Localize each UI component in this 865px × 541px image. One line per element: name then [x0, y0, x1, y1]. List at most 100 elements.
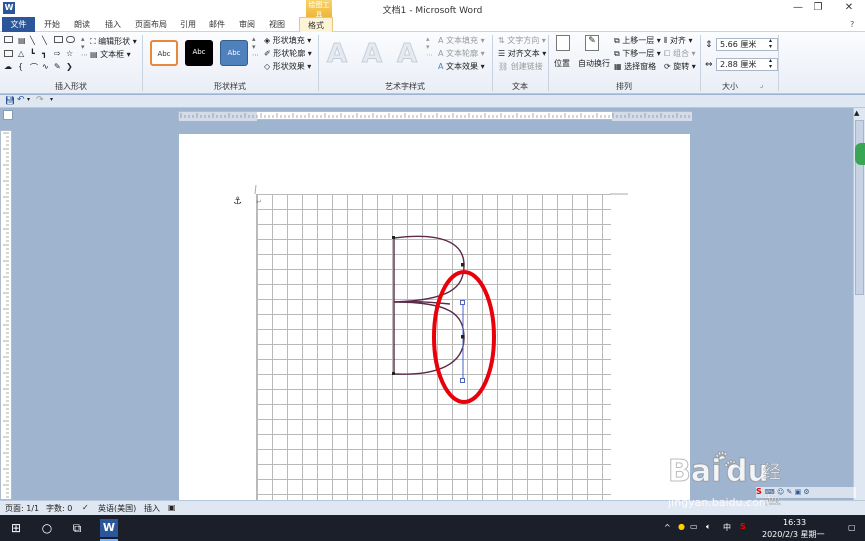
position-button[interactable]: 位置	[554, 58, 570, 69]
clock-date[interactable]: 2020/2/3 星期一	[762, 529, 824, 540]
send-backward-button[interactable]: ⧉ 下移一层 ▾	[614, 48, 661, 59]
freeform-shape-icon[interactable]: ✎	[54, 62, 61, 71]
triangle-shape-icon[interactable]: △	[18, 49, 24, 58]
line-shape-icon[interactable]: ╲	[42, 36, 47, 45]
wordart-gallery-more-icon[interactable]: ▴ ▾ ⋯	[426, 35, 433, 59]
tab-home[interactable]: 开始	[40, 17, 64, 32]
bezier-handle[interactable]	[460, 378, 465, 383]
position-icon[interactable]	[556, 35, 570, 51]
help-icon[interactable]: ?	[850, 20, 854, 29]
rectangle-shape-icon[interactable]	[54, 36, 63, 43]
search-icon[interactable]: ○	[38, 519, 56, 537]
elbow-shape-icon[interactable]: ┗	[30, 49, 35, 58]
ime-tools-icon[interactable]: ⌨ ☺ ✎ ▣ ⚙	[765, 488, 810, 496]
ime-toolbar[interactable]: S ⌨ ☺ ✎ ▣ ⚙	[756, 487, 856, 498]
bring-forward-button[interactable]: ⧉ 上移一层 ▾	[614, 35, 661, 46]
shape-style-orange-outline[interactable]: Abc	[150, 40, 178, 66]
curve-shape-icon[interactable]: ∿	[42, 62, 49, 71]
tab-insert[interactable]: 插入	[101, 17, 125, 32]
tray-app-icon[interactable]: ●	[678, 522, 685, 531]
align-text-button[interactable]: ☰ 对齐文本 ▾	[498, 48, 546, 59]
text-fill-button[interactable]: A 文本填充 ▾	[438, 35, 485, 46]
oval-shape-icon[interactable]	[66, 36, 75, 43]
text-effects-button[interactable]: A 文本效果 ▾	[438, 61, 485, 72]
edit-shape-button[interactable]: ⛶ 编辑形状 ▾	[90, 36, 137, 47]
edit-point[interactable]	[392, 236, 395, 239]
proofing-icon[interactable]: ✓	[82, 503, 89, 512]
edit-point[interactable]	[461, 263, 465, 267]
tab-view[interactable]: 视图	[265, 17, 289, 32]
tab-format[interactable]: 格式	[299, 17, 333, 32]
text-direction-button[interactable]: ⇅ 文字方向 ▾	[498, 35, 546, 46]
redo-icon[interactable]: ↷	[36, 95, 44, 105]
edit-point[interactable]	[392, 372, 395, 375]
tab-selector[interactable]	[3, 110, 13, 120]
brace-shape-icon[interactable]: {	[18, 62, 23, 71]
wordart-style-1[interactable]: A	[322, 40, 352, 69]
shape-style-black-fill[interactable]: Abc	[185, 40, 213, 66]
tab-file[interactable]: 文件	[2, 17, 35, 32]
minimize-icon[interactable]: —	[791, 2, 805, 14]
curve-shape-icon[interactable]: ⌒	[30, 62, 38, 73]
wrap-text-button[interactable]: 自动换行	[578, 58, 610, 69]
tab-read[interactable]: 朗读	[70, 17, 94, 32]
language-indicator[interactable]: 英语(美国)	[98, 503, 136, 514]
notification-icon[interactable]: ▢	[848, 523, 856, 532]
edit-point[interactable]	[461, 335, 465, 339]
textbox-shape-icon[interactable]: ▤	[18, 36, 26, 45]
word-count[interactable]: 字数: 0	[46, 503, 72, 514]
text-box-button[interactable]: ▤ 文本框 ▾	[90, 49, 131, 60]
start-icon[interactable]: ⊞	[7, 519, 25, 537]
tab-mailings[interactable]: 邮件	[205, 17, 229, 32]
tab-references[interactable]: 引用	[176, 17, 200, 32]
rectangle-shape-icon[interactable]	[4, 50, 13, 57]
tray-expand-icon[interactable]: ^	[664, 523, 671, 532]
shape-fill-button[interactable]: ◈ 形状填充 ▾	[264, 35, 311, 46]
letter-b-drawing[interactable]	[380, 230, 510, 405]
wordart-style-2[interactable]: A	[357, 40, 387, 69]
wrap-text-icon[interactable]: ✎	[585, 35, 599, 51]
volume-icon[interactable]: 🔈︎	[706, 522, 711, 532]
wordart-style-3[interactable]: A	[392, 40, 422, 69]
tab-page-layout[interactable]: 页面布局	[131, 17, 171, 32]
rotate-button[interactable]: ⟳ 旋转 ▾	[664, 61, 696, 72]
restore-icon[interactable]: ❐	[811, 2, 825, 14]
horizontal-ruler[interactable]	[178, 111, 692, 121]
shape-effects-button[interactable]: ◇ 形状效果 ▾	[264, 61, 311, 72]
align-button[interactable]: ⫴ 对齐 ▾	[664, 35, 692, 46]
close-icon[interactable]: ✕	[842, 2, 856, 14]
save-icon[interactable]: 💾︎	[5, 96, 15, 105]
selection-pane-button[interactable]: ▦ 选择窗格	[614, 61, 656, 72]
text-outline-button[interactable]: A 文本轮廓 ▾	[438, 48, 485, 59]
clock-time[interactable]: 16:33	[783, 518, 806, 527]
tab-review[interactable]: 审阅	[235, 17, 259, 32]
elbow-shape-icon[interactable]: ┓	[42, 49, 47, 58]
anchor-icon[interactable]: ⚓︎	[233, 196, 242, 207]
side-addin-badge[interactable]	[855, 143, 865, 165]
network-icon[interactable]: ▭	[690, 522, 698, 531]
gallery-more-icon[interactable]: ▴ ▾ ⋯	[81, 35, 88, 59]
rectangle-shape-icon[interactable]	[4, 36, 13, 43]
ime-indicator[interactable]: 中	[723, 522, 731, 533]
shapes-gallery[interactable]: ▤ ╲ ╲ △ ┗ ┓ ⇨ ☆ ☁ { ⌒ ∿ ✎ ❯	[4, 36, 84, 76]
group-button[interactable]: ⧠ 组合 ▾	[664, 48, 696, 59]
line-shape-icon[interactable]: ╲	[30, 36, 35, 45]
shape-outline-button[interactable]: ✐ 形状轮廓 ▾	[264, 48, 312, 59]
customize-qat-icon[interactable]: ▾	[50, 96, 53, 103]
shape-style-blue-fill[interactable]: Abc	[220, 40, 248, 66]
undo-dropdown-icon[interactable]: ▾	[27, 96, 30, 103]
sogou-tray-icon[interactable]: S	[740, 522, 746, 531]
arrow-right-shape-icon[interactable]: ⇨	[54, 49, 61, 58]
page-count[interactable]: 页面: 1/1	[5, 503, 39, 514]
sogou-icon[interactable]: S	[756, 487, 762, 496]
task-view-icon[interactable]: ⧉	[68, 519, 86, 537]
size-dialog-launcher-icon[interactable]: ⌟	[760, 81, 763, 89]
height-spinner-icon[interactable]: ▴ ▾	[769, 38, 772, 50]
width-spinner-icon[interactable]: ▴ ▾	[769, 58, 772, 70]
chevron-shape-icon[interactable]: ❯	[66, 62, 73, 71]
vertical-ruler[interactable]	[0, 130, 12, 500]
insert-mode[interactable]: 插入	[144, 503, 160, 514]
create-link-button[interactable]: ⛓ 创建链接	[498, 61, 543, 72]
cloud-shape-icon[interactable]: ☁	[4, 62, 12, 71]
style-gallery-more-icon[interactable]: ▴ ▾ ⋯	[252, 35, 259, 59]
